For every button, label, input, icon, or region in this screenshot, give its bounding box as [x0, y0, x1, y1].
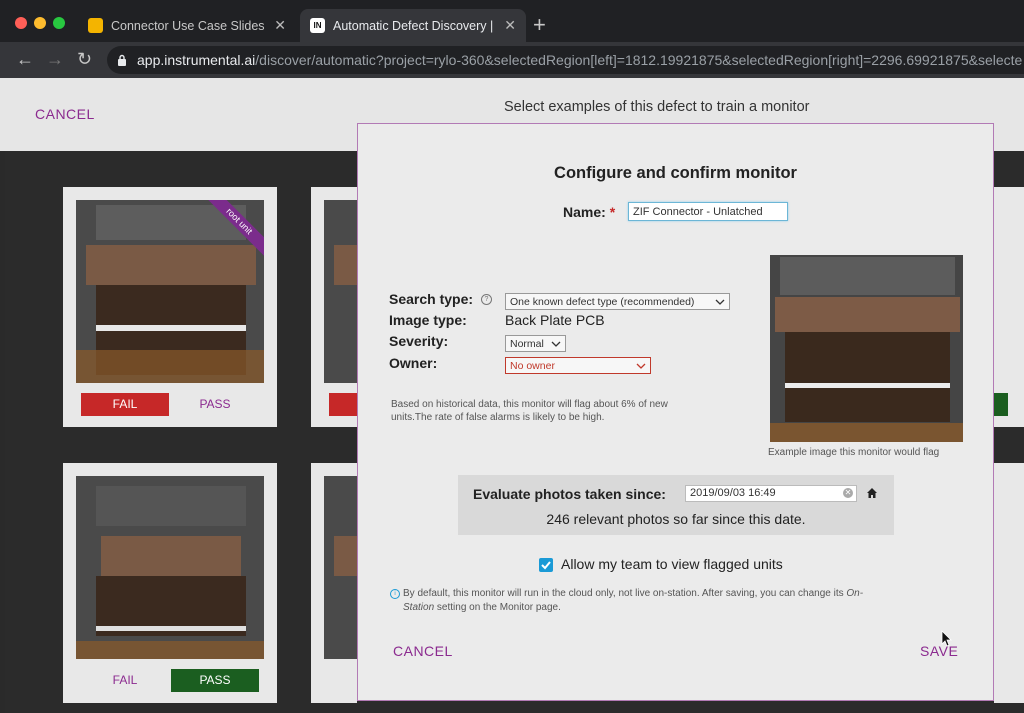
url-text: app.instrumental.ai/discover/automatic?p…: [137, 52, 1023, 68]
cancel-button[interactable]: CANCEL: [393, 643, 453, 659]
page-instruction: Select examples of this defect to train …: [504, 99, 810, 115]
image-type-label: Image type:: [389, 312, 467, 328]
browser-chrome: Connector Use Case Slides - G ✕ IN Autom…: [0, 0, 1024, 99]
minimize-window-button[interactable]: [34, 17, 46, 29]
evaluate-since-label: Evaluate photos taken since:: [473, 486, 666, 502]
page-cancel-button[interactable]: CANCEL: [35, 106, 95, 122]
lock-icon: [118, 54, 126, 66]
slides-icon: [88, 18, 103, 33]
example-image-caption: Example image this monitor would flag: [768, 447, 940, 458]
dialog-title: Configure and confirm monitor: [554, 164, 797, 182]
address-bar[interactable]: app.instrumental.ai/discover/automatic?p…: [107, 46, 1024, 74]
new-tab-button[interactable]: +: [533, 14, 546, 36]
mouse-cursor-icon: [941, 630, 952, 647]
clear-date-icon[interactable]: ✕: [843, 488, 853, 498]
chevron-down-icon: [636, 363, 646, 369]
pass-button[interactable]: PASS: [171, 393, 259, 416]
example-card[interactable]: [311, 463, 364, 703]
help-icon[interactable]: ?: [481, 294, 492, 305]
checkmark-icon: [541, 561, 551, 570]
close-window-button[interactable]: [15, 17, 27, 29]
example-flag-image: [770, 255, 963, 442]
example-card[interactable]: root unit FAIL PASS: [63, 187, 277, 427]
severity-label: Severity:: [389, 333, 449, 349]
evaluate-date-input[interactable]: 2019/09/03 16:49 ✕: [685, 485, 857, 502]
back-arrow-icon[interactable]: ←: [16, 49, 34, 70]
fail-button[interactable]: FAIL: [81, 669, 169, 692]
reload-icon[interactable]: ↻: [77, 49, 92, 70]
image-type-value: Back Plate PCB: [505, 312, 605, 328]
maximize-window-button[interactable]: [53, 17, 65, 29]
historical-flag-note: Based on historical data, this monitor w…: [391, 399, 668, 423]
allow-team-label: Allow my team to view flagged units: [561, 556, 783, 572]
evaluate-since-panel: Evaluate photos taken since: 2019/09/03 …: [458, 475, 894, 535]
owner-label: Owner:: [389, 355, 438, 371]
instrumental-favicon-icon: IN: [310, 18, 325, 33]
home-icon[interactable]: [866, 487, 878, 499]
example-card[interactable]: [994, 463, 1024, 703]
name-label: Name: *: [563, 204, 616, 220]
configure-monitor-dialog: Configure and confirm monitor Name:* Sea…: [357, 123, 994, 701]
close-tab-icon[interactable]: ✕: [504, 17, 516, 34]
info-icon: i: [390, 589, 400, 599]
search-type-select[interactable]: One known defect type (recommended): [505, 293, 730, 310]
monitor-name-input[interactable]: [628, 202, 788, 221]
browser-toolbar: ← → ↻ app.instrumental.ai/discover/autom…: [0, 42, 1024, 99]
example-card[interactable]: FAIL PASS: [63, 463, 277, 703]
tab-strip: Connector Use Case Slides - G ✕ IN Autom…: [0, 0, 1024, 42]
example-card[interactable]: [994, 187, 1024, 427]
connector-photo[interactable]: root unit: [76, 200, 264, 383]
owner-select[interactable]: No owner: [505, 357, 651, 374]
tab-title: Connector Use Case Slides - G: [111, 18, 266, 33]
chevron-down-icon: [715, 299, 725, 305]
on-station-info-text: By default, this monitor will run in the…: [403, 588, 864, 613]
tab-title: Automatic Defect Discovery | In: [333, 18, 497, 33]
relevant-photos-count: 246 relevant photos so far since this da…: [546, 511, 806, 527]
connector-photo[interactable]: [76, 476, 264, 659]
close-tab-icon[interactable]: ✕: [274, 17, 286, 34]
tab-connector-slides[interactable]: Connector Use Case Slides - G ✕: [78, 9, 296, 42]
pass-button[interactable]: PASS: [171, 669, 259, 692]
search-type-label: Search type:: [389, 291, 474, 307]
required-marker: *: [609, 204, 616, 220]
pass-button[interactable]: [994, 393, 1008, 416]
allow-team-checkbox[interactable]: [539, 558, 553, 572]
severity-select[interactable]: Normal: [505, 335, 566, 352]
tab-defect-discovery[interactable]: IN Automatic Defect Discovery | In ✕: [300, 9, 526, 42]
example-card[interactable]: [311, 187, 364, 427]
fail-button[interactable]: FAIL: [81, 393, 169, 416]
chevron-down-icon: [551, 341, 561, 347]
fail-button[interactable]: [329, 393, 357, 416]
forward-arrow-icon[interactable]: →: [46, 49, 64, 70]
